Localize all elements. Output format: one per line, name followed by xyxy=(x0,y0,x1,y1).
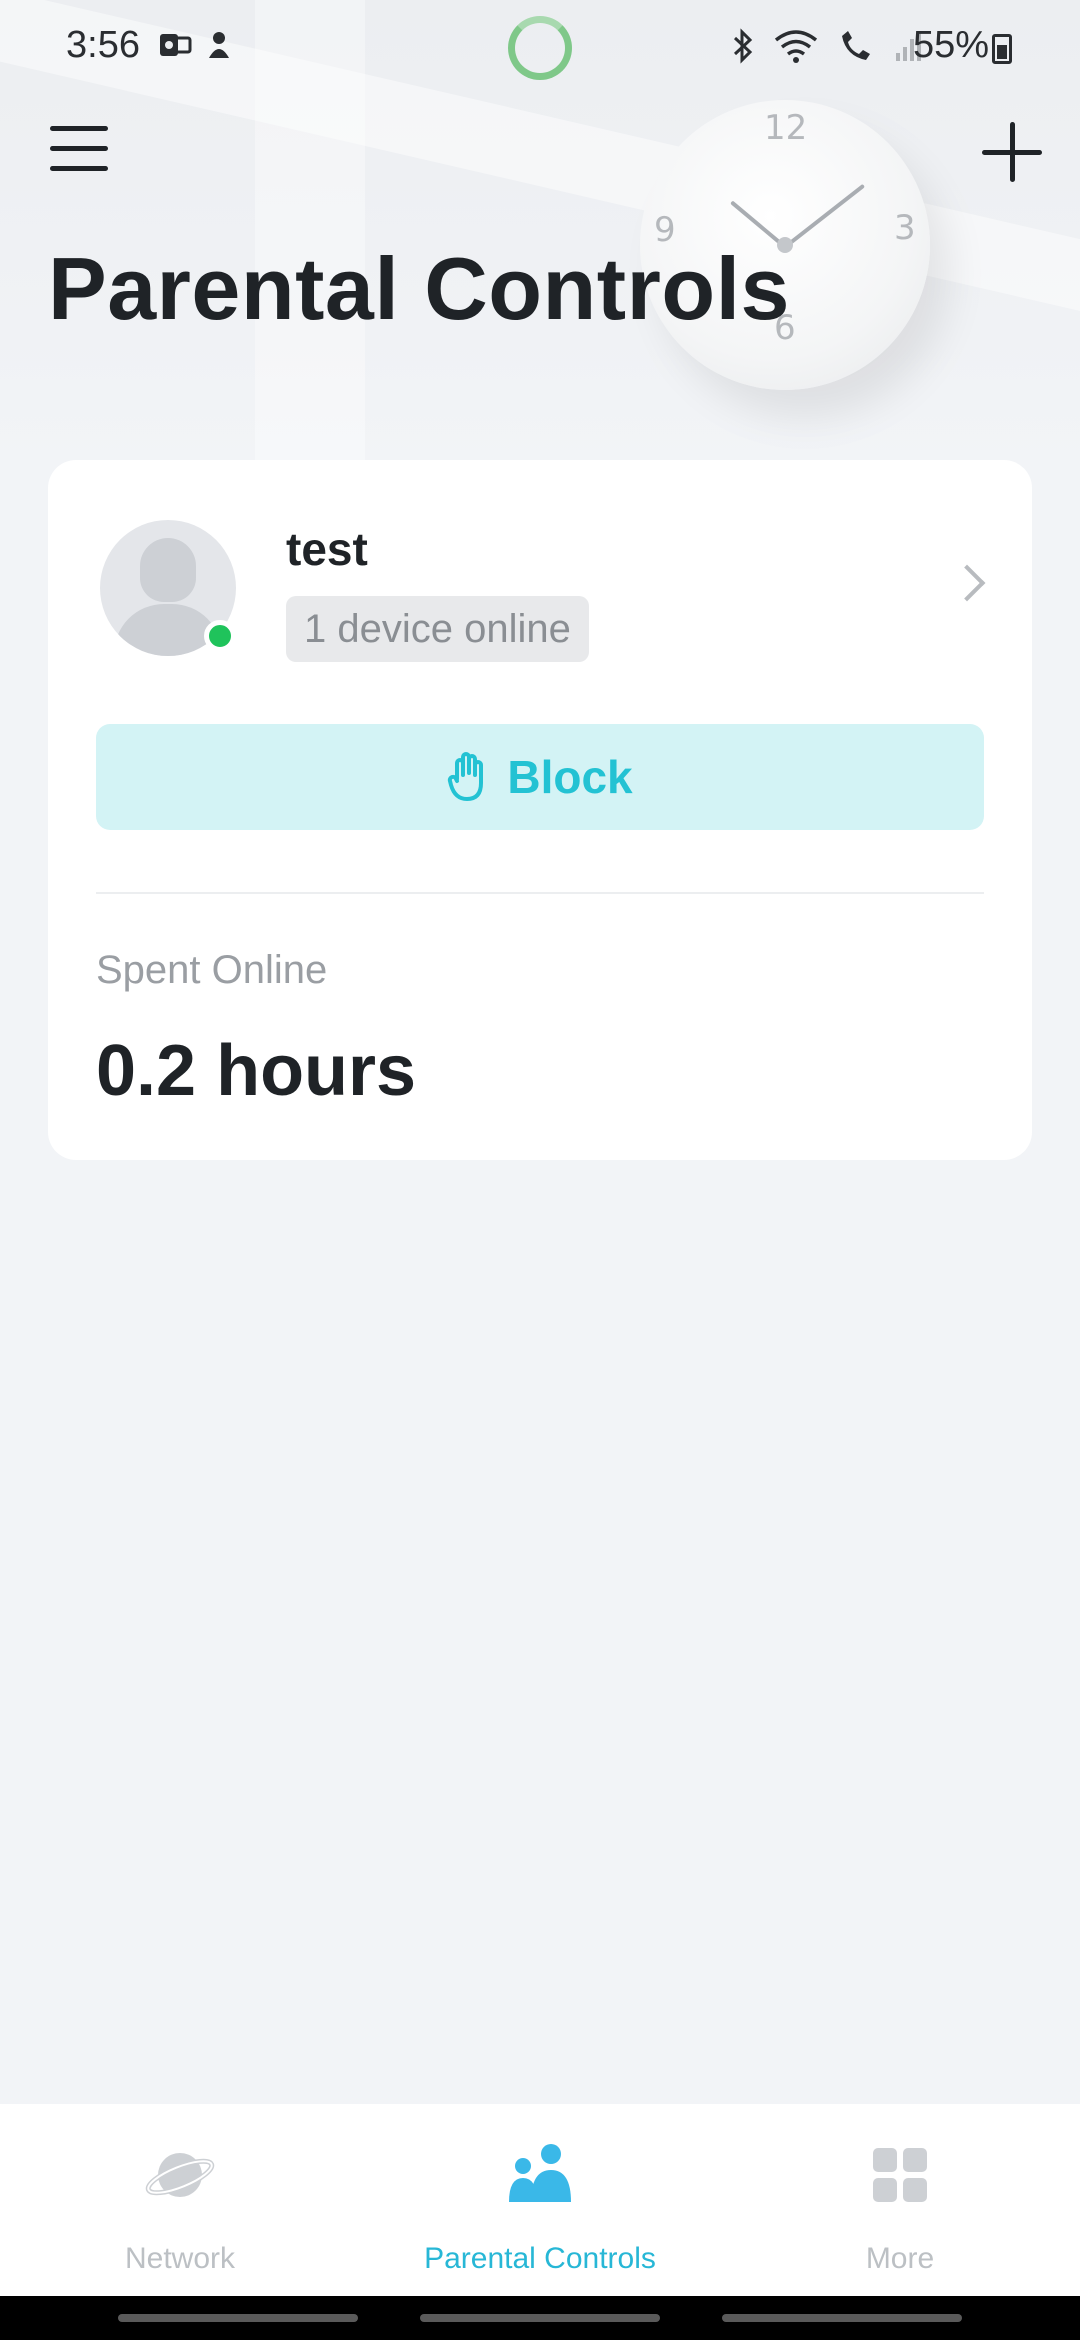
family-icon xyxy=(509,2144,571,2202)
profile-name: test xyxy=(286,523,368,575)
outlook-icon xyxy=(160,34,192,56)
clock-number-3: 3 xyxy=(894,208,916,248)
device-status-badge: 1 device online xyxy=(286,596,589,662)
hand-stop-icon xyxy=(448,752,484,801)
nav-label-more: More xyxy=(865,2242,935,2275)
clock-number-12: 12 xyxy=(764,108,808,148)
spent-online-label: Spent Online xyxy=(96,948,328,992)
menu-icon[interactable] xyxy=(50,126,108,172)
battery-icon xyxy=(992,34,1012,64)
nav-label-network: Network xyxy=(124,2242,236,2275)
chevron-right-icon[interactable] xyxy=(948,564,986,602)
nav-item-more[interactable]: More xyxy=(720,2104,1080,2296)
profile-card[interactable]: test 1 device online Block Spent Online … xyxy=(48,460,1032,1160)
bluetooth-icon xyxy=(733,28,753,64)
nav-label-parental-controls: Parental Controls xyxy=(424,2242,656,2275)
gesture-handle-center[interactable] xyxy=(420,2314,660,2322)
block-button-label: Block xyxy=(507,751,633,803)
status-bar: 3:56 55% xyxy=(0,0,1080,96)
gesture-handle-right[interactable] xyxy=(722,2314,962,2322)
wifi-calling-icon xyxy=(842,31,870,60)
spent-online-value: 0.2 hours xyxy=(96,1031,417,1111)
battery-percentage: 55% xyxy=(913,24,990,66)
wifi-icon xyxy=(774,30,818,63)
block-button[interactable]: Block xyxy=(96,724,984,830)
gesture-bar xyxy=(0,2296,1080,2340)
grid-icon xyxy=(873,2148,927,2202)
status-system-icons xyxy=(730,28,924,64)
divider xyxy=(96,892,984,894)
clock-minute-hand xyxy=(783,183,866,249)
status-notification-icons xyxy=(158,30,232,60)
add-profile-button[interactable] xyxy=(982,122,1042,182)
online-status-dot xyxy=(204,620,236,652)
status-time: 3:56 xyxy=(66,24,140,66)
bottom-navigation: Network Parental Controls More xyxy=(0,2104,1080,2296)
page-title: Parental Controls xyxy=(48,239,790,338)
nav-item-parental-controls[interactable]: Parental Controls xyxy=(360,2104,720,2296)
app-notification-icon xyxy=(209,32,229,58)
sync-ring-icon xyxy=(508,16,572,80)
gesture-handle-left[interactable] xyxy=(118,2314,358,2322)
planet-icon xyxy=(145,2153,215,2197)
nav-item-network[interactable]: Network xyxy=(0,2104,360,2296)
